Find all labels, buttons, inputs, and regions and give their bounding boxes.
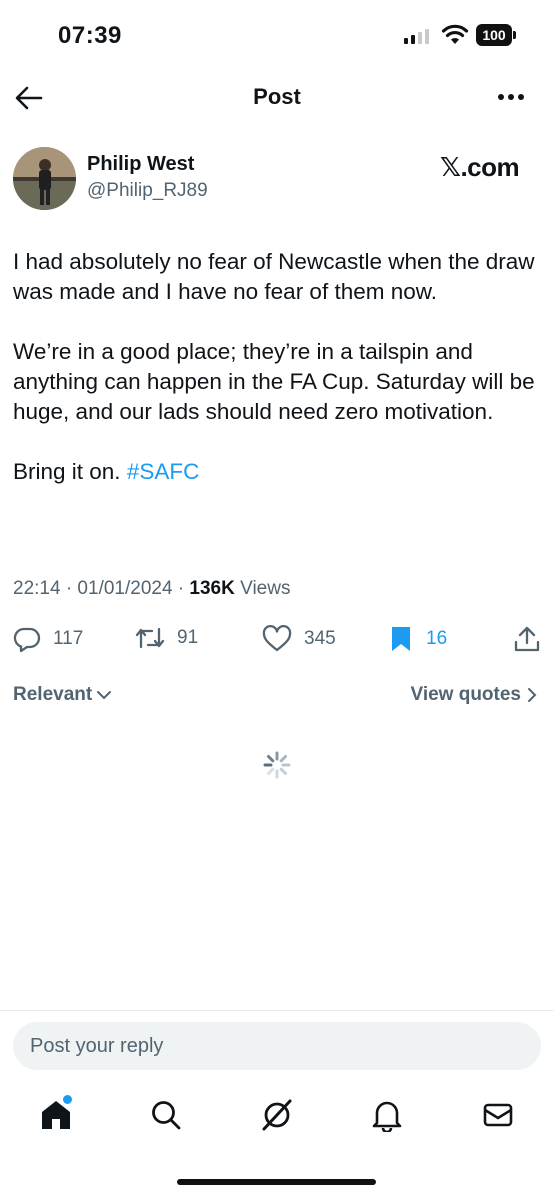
home-indicator[interactable] xyxy=(177,1179,376,1185)
battery-tip xyxy=(513,31,516,39)
back-arrow-icon[interactable] xyxy=(14,84,44,112)
bookmark-filled-icon xyxy=(392,627,410,651)
view-quotes-link[interactable]: View quotes xyxy=(410,684,537,706)
author-name[interactable]: Philip West xyxy=(87,153,194,176)
repost-icon xyxy=(135,627,165,649)
cellular-signal-icon xyxy=(404,28,429,44)
repost-count: 91 xyxy=(177,627,199,648)
heart-icon xyxy=(262,625,292,652)
mail-icon xyxy=(483,1103,513,1127)
timestamp: 22:14 · 01/01/2024 · xyxy=(13,578,190,599)
tweet-paragraph-text: Bring it on. xyxy=(13,459,127,484)
page-title: Post xyxy=(253,84,301,109)
reply-input[interactable] xyxy=(13,1022,541,1070)
reply-button[interactable]: 117 xyxy=(13,625,83,653)
like-count: 345 xyxy=(304,628,336,649)
bookmark-button[interactable]: 16 xyxy=(390,625,447,653)
grok-icon xyxy=(262,1099,292,1131)
tab-search[interactable] xyxy=(148,1097,184,1133)
tab-grok[interactable] xyxy=(259,1097,295,1133)
x-logo-badge: 𝕏.com xyxy=(440,152,520,182)
bookmark-count: 16 xyxy=(426,628,448,649)
hashtag-link[interactable]: #SAFC xyxy=(127,459,200,484)
views-count: 136K xyxy=(189,578,235,599)
notification-dot xyxy=(61,1093,74,1106)
wifi-icon xyxy=(441,24,469,44)
more-options-icon[interactable] xyxy=(496,90,526,104)
battery-icon: 100 xyxy=(476,24,512,46)
tweet-paragraph: Bring it on. #SAFC xyxy=(13,457,538,487)
repost-button[interactable]: 91 xyxy=(135,625,198,651)
reply-count: 117 xyxy=(53,628,84,649)
tab-notifications[interactable] xyxy=(369,1097,405,1133)
status-time: 07:39 xyxy=(58,22,122,49)
share-icon[interactable] xyxy=(514,625,540,653)
bell-icon xyxy=(372,1101,402,1132)
search-icon xyxy=(152,1101,181,1130)
view-quotes-label: View quotes xyxy=(410,684,521,705)
like-button[interactable]: 345 xyxy=(262,625,336,653)
divider xyxy=(0,1010,554,1011)
tab-messages[interactable] xyxy=(480,1097,516,1133)
views-label: Views xyxy=(234,578,291,599)
author-handle[interactable]: @Philip_RJ89 xyxy=(87,180,208,202)
chevron-right-icon xyxy=(528,688,537,702)
tweet-meta: 22:14 · 01/01/2024 · 136K Views xyxy=(13,578,290,600)
tweet-paragraph: We’re in a good place; they’re in a tail… xyxy=(13,339,535,424)
loading-spinner-icon xyxy=(263,751,291,779)
relevant-label: Relevant xyxy=(13,684,93,705)
avatar[interactable] xyxy=(13,147,76,210)
reply-icon xyxy=(13,627,41,653)
tweet-text: I had absolutely no fear of Newcastle wh… xyxy=(13,247,538,517)
relevant-dropdown[interactable]: Relevant xyxy=(13,684,112,706)
chevron-down-icon xyxy=(97,691,112,700)
tweet-paragraph: I had absolutely no fear of Newcastle wh… xyxy=(13,249,535,304)
